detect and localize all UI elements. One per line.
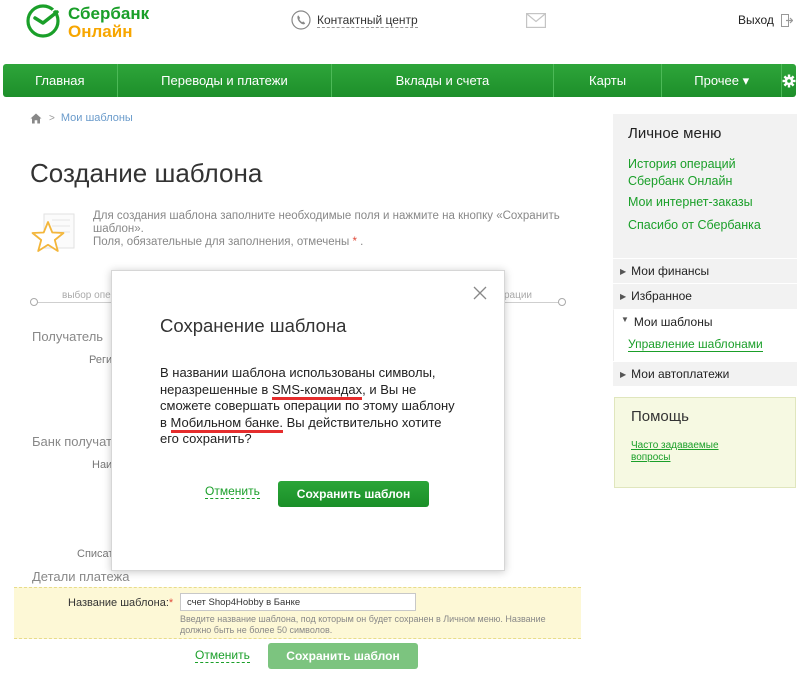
template-name-required-mark: * — [168, 597, 174, 609]
chevron-right-icon: > — [49, 112, 55, 124]
progress-dot-end — [558, 298, 566, 306]
chevron-right-icon: ▶ — [620, 291, 627, 301]
chevron-right-icon: ▶ — [620, 266, 627, 276]
contact-center-link[interactable]: Контактный центр — [317, 13, 418, 28]
sidebar-item-my-finances[interactable]: ▶ Мои финансы — [613, 258, 797, 283]
nav-item-deposits[interactable]: Вклады и счета — [332, 64, 554, 97]
template-name-input[interactable] — [180, 593, 416, 611]
close-icon[interactable] — [473, 286, 487, 300]
exit-icon — [780, 13, 793, 27]
sidebar-item-label: Мои автоплатежи — [631, 367, 730, 381]
exit-link[interactable]: Выход — [738, 13, 774, 27]
chevron-down-icon: ▼ — [621, 315, 629, 324]
logo-text-sberbank: Сбербанк — [68, 4, 150, 23]
exit-button[interactable]: Выход — [738, 13, 793, 27]
nav-item-more[interactable]: Прочее ▾ — [662, 64, 782, 97]
template-name-hint: Введите название шаблона, под которым он… — [180, 614, 546, 635]
required-note: Поля, обязательные для заполнения, отмеч… — [93, 236, 350, 248]
main-navigation: Главная Переводы и платежи Вклады и счет… — [3, 64, 796, 97]
mail-icon[interactable] — [526, 13, 546, 28]
sidebar-item-label: Мои шаблоны — [633, 315, 713, 329]
sidebar-link-manage-templates[interactable]: Управление шаблонами — [628, 338, 763, 352]
template-name-label-text: Название шаблона: — [68, 597, 169, 609]
sidebar-item-autopayments[interactable]: ▶ Мои автоплатежи — [613, 361, 797, 386]
info-instruction: Для создания шаблона заполните необходим… — [93, 210, 560, 235]
chevron-right-icon: ▶ — [620, 369, 627, 379]
required-mark: * — [352, 236, 357, 248]
sms-commands-highlight: SMS-командах — [271, 381, 363, 400]
save-template-button[interactable]: Сохранить шаблон — [268, 643, 418, 669]
help-title: Помощь — [631, 408, 689, 425]
sberbank-logo-icon — [26, 4, 60, 38]
sidebar-link-operations-history[interactable]: История операций Сбербанк Онлайн — [628, 156, 788, 190]
sidebar-link-internet-orders[interactable]: Мои интернет-заказы — [628, 194, 788, 211]
nav-item-home[interactable]: Главная — [3, 64, 118, 97]
breadcrumb: > Мои шаблоны — [30, 112, 133, 124]
step-label-select: выбор опе — [62, 290, 111, 301]
sidebar-item-label: Избранное — [631, 289, 692, 303]
dialog-message: В названии шаблона использованы символы,… — [160, 365, 460, 448]
header: Сбербанк Онлайн Контактный центр Выход — [0, 0, 800, 60]
breadcrumb-my-templates[interactable]: Мои шаблоны — [61, 112, 133, 124]
field-label-debit: Списат — [77, 548, 114, 560]
dialog-save-button[interactable]: Сохранить шаблон — [278, 481, 429, 507]
contact-center[interactable]: Контактный центр — [291, 9, 418, 31]
sidebar-link-spasibo[interactable]: Спасибо от Сбербанка — [628, 217, 788, 234]
info-text: Для создания шаблона заполните необходим… — [93, 210, 573, 249]
step-label-operation: рации — [504, 290, 533, 301]
help-faq-link[interactable]: Часто задаваемые вопросы — [631, 440, 741, 464]
section-payment-details: Детали платежа — [32, 569, 130, 584]
section-recipient: Получатель — [32, 329, 104, 344]
personal-menu: Личное меню История операций Сбербанк Он… — [613, 114, 797, 386]
field-label-name: Наи — [92, 459, 113, 471]
personal-menu-title: Личное меню — [628, 125, 722, 142]
dialog-title: Сохранение шаблона — [160, 315, 347, 336]
save-template-dialog: Сохранение шаблона В названии шаблона ис… — [111, 270, 505, 571]
home-icon[interactable] — [30, 113, 42, 124]
help-box: Помощь Часто задаваемые вопросы — [614, 397, 796, 488]
mobile-bank-highlight: Мобильном банке. — [170, 414, 283, 433]
sberbank-logo[interactable]: Сбербанк Онлайн — [26, 4, 166, 44]
required-tail: . — [360, 236, 364, 248]
section-bank: Банк получат — [32, 434, 112, 449]
template-name-row: Название шаблона:* Введите название шабл… — [14, 587, 581, 639]
star-icon — [31, 213, 75, 252]
logo-text-online: Онлайн — [68, 22, 133, 41]
gear-icon — [782, 74, 796, 87]
nav-item-cards[interactable]: Карты — [554, 64, 663, 97]
field-label-region: Реги — [89, 354, 113, 366]
sidebar-item-label: Мои финансы — [631, 264, 710, 278]
sidebar-item-my-templates[interactable]: ▼ Мои шаблоны — [613, 309, 797, 361]
dialog-cancel-link[interactable]: Отменить — [205, 485, 260, 499]
sidebar-item-favorites[interactable]: ▶ Избранное — [613, 283, 797, 308]
settings-button[interactable] — [782, 64, 796, 97]
progress-dot-start — [30, 298, 38, 306]
nav-item-transfers[interactable]: Переводы и платежи — [118, 64, 333, 97]
page-title: Создание шаблона — [30, 158, 263, 188]
template-name-label: Название шаблона:* — [68, 597, 173, 609]
cancel-link[interactable]: Отменить — [195, 649, 250, 663]
phone-icon — [291, 10, 311, 30]
